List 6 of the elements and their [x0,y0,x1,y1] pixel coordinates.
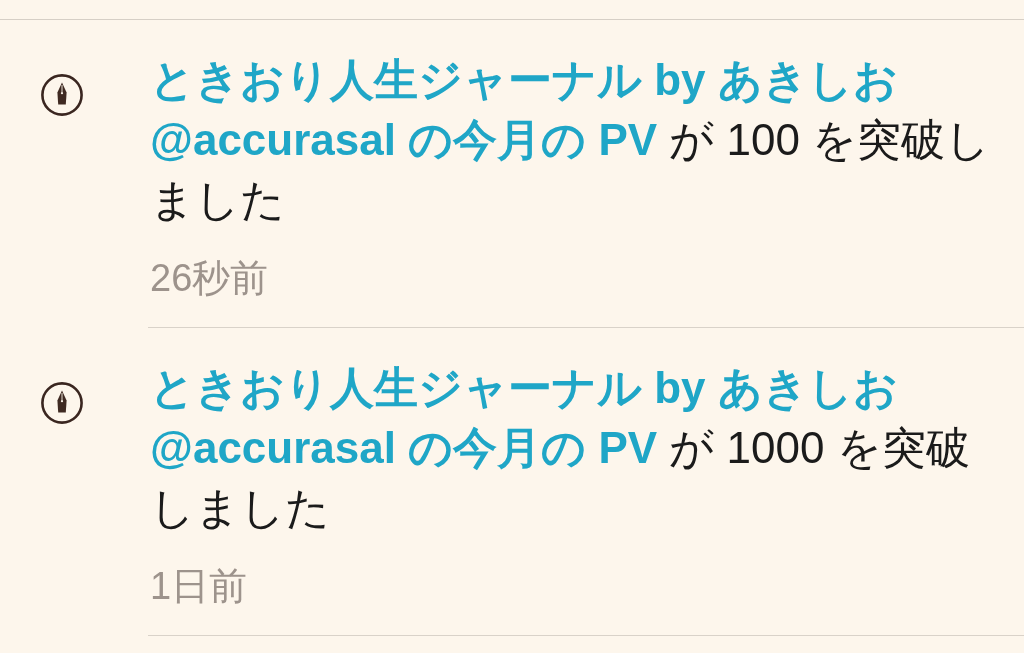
pen-nib-icon [41,382,83,424]
timestamp: 26秒前 [150,256,269,301]
pen-nib-icon [41,74,83,116]
timestamp: 1日前 [150,564,248,609]
notification-message: ときおり人生ジャーナル by あきしお @accurasal の今月の PV が 100 を突破しました [150,54,992,226]
notification-message: ときおり人生ジャーナル by あきしお @accurasal の今月の PV が 1000 を突破しました [150,362,971,534]
